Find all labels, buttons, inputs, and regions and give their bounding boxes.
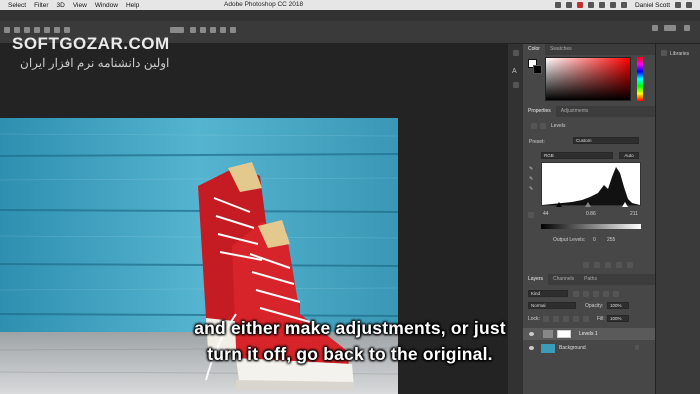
delete-icon[interactable]	[627, 262, 633, 268]
visibility-icon[interactable]	[616, 262, 622, 268]
auto-button[interactable]: Auto	[619, 152, 639, 159]
align-left-icon[interactable]	[14, 27, 20, 33]
libraries-icon[interactable]	[661, 50, 667, 56]
libraries-label[interactable]: Libraries	[670, 51, 689, 57]
align-center-icon[interactable]	[24, 27, 30, 33]
layers-panel-tabs: Layers Channels Paths	[523, 274, 655, 285]
menu-list-icon[interactable]	[686, 2, 692, 8]
input-white-slider[interactable]	[622, 202, 628, 207]
clipping-warning-icon[interactable]	[528, 212, 534, 218]
blend-mode-dropdown[interactable]: Normal	[528, 302, 576, 309]
color-panel-tabs: Color Swatches	[523, 44, 655, 55]
input-black-slider[interactable]	[556, 202, 562, 207]
output-gradient	[541, 224, 641, 229]
hue-slider[interactable]	[637, 57, 643, 101]
tab-layers[interactable]: Layers	[523, 274, 549, 285]
align-top-icon[interactable]	[44, 27, 50, 33]
preset-label: Preset:	[529, 139, 545, 145]
opacity-field[interactable]: 100%	[607, 302, 629, 309]
tab-swatches[interactable]: Swatches	[545, 44, 577, 55]
input-gray-slider[interactable]	[585, 202, 591, 207]
reset-icon[interactable]	[605, 262, 611, 268]
scale-3d-icon[interactable]	[230, 27, 236, 33]
align-right-icon[interactable]	[34, 27, 40, 33]
dropbox-icon[interactable]	[554, 2, 561, 8]
window-title: Adobe Photoshop CC 2018	[224, 1, 304, 8]
eyedropper-gray-icon[interactable]: ✎	[529, 176, 533, 182]
menu-bar: Select Filter 3D View Window Help Adobe …	[0, 0, 700, 10]
eyedropper-white-icon[interactable]: ✎	[529, 186, 533, 192]
tab-paths[interactable]: Paths	[579, 274, 602, 285]
color-picker-field[interactable]	[545, 57, 631, 101]
tab-properties[interactable]: Properties	[523, 106, 556, 117]
3d-mode-icon[interactable]	[170, 27, 184, 33]
layer-filter-dropdown[interactable]: Kind	[528, 290, 568, 297]
layer-filter-icons	[573, 291, 619, 297]
output-white-value[interactable]: 255	[607, 237, 615, 243]
histogram	[541, 162, 641, 206]
tab-channels[interactable]: Channels	[548, 274, 579, 285]
battery-icon[interactable]	[620, 2, 627, 8]
adjustment-title: Levels	[551, 123, 566, 129]
filter-adjustment-icon[interactable]	[583, 291, 589, 297]
channel-dropdown[interactable]: RGB	[541, 152, 613, 159]
pan-3d-icon[interactable]	[210, 27, 216, 33]
view-previous-icon[interactable]	[594, 262, 600, 268]
menu-help[interactable]: Help	[126, 2, 139, 9]
paragraph-icon[interactable]	[513, 82, 519, 88]
preset-dropdown[interactable]: Custom	[573, 137, 639, 144]
align-bottom-icon[interactable]	[64, 27, 70, 33]
move-tool-icon[interactable]	[4, 27, 10, 33]
libraries-panel: Libraries	[655, 44, 700, 394]
search-icon[interactable]	[675, 2, 681, 8]
user-name[interactable]: Daniel Scott	[635, 2, 670, 9]
panels-dock: Color Swatches Properties Adjustments Le…	[523, 44, 655, 394]
menu-3d[interactable]: 3D	[57, 2, 65, 9]
histogram-graph	[542, 167, 640, 205]
wifi-icon[interactable]	[598, 2, 605, 8]
volume-icon[interactable]	[609, 2, 616, 8]
menu-select[interactable]: Select	[8, 2, 26, 9]
character-icon[interactable]: A	[512, 68, 517, 75]
input-black-value[interactable]: 44	[543, 211, 549, 217]
roll-3d-icon[interactable]	[200, 27, 206, 33]
input-white-value[interactable]: 211	[630, 211, 638, 217]
eyedropper-black-icon[interactable]: ✎	[529, 166, 533, 172]
subtitle-line-2: turn it off, go back to the original.	[207, 344, 493, 364]
subtitle-line-1: and either make adjustments, or just	[194, 318, 506, 338]
levels-adjustment-icon	[531, 123, 537, 129]
share-icon[interactable]	[684, 25, 690, 31]
record-icon[interactable]	[576, 2, 583, 8]
input-mid-value[interactable]: 0.86	[586, 211, 596, 217]
tab-adjustments[interactable]: Adjustments	[556, 106, 594, 117]
filter-shape-icon[interactable]	[603, 291, 609, 297]
output-black-value[interactable]: 0	[593, 237, 596, 243]
clock-icon[interactable]	[587, 2, 594, 8]
menu-view[interactable]: View	[73, 2, 87, 9]
align-middle-icon[interactable]	[54, 27, 60, 33]
filter-smart-icon[interactable]	[613, 291, 619, 297]
filter-pixel-icon[interactable]	[573, 291, 579, 297]
search-icon[interactable]	[652, 25, 658, 31]
output-levels-label: Output Levels:	[553, 237, 586, 243]
cloud-icon[interactable]	[565, 2, 572, 8]
tab-color[interactable]: Color	[523, 44, 545, 55]
workspace-icon[interactable]	[664, 25, 676, 31]
mask-icon[interactable]	[540, 123, 546, 129]
menu-filter[interactable]: Filter	[34, 2, 48, 9]
menu-window[interactable]: Window	[95, 2, 118, 9]
slide-3d-icon[interactable]	[220, 27, 226, 33]
properties-panel-tabs: Properties Adjustments	[523, 106, 655, 117]
opacity-label: Opacity:	[585, 303, 604, 309]
panel-icon-strip: A	[507, 44, 523, 394]
filter-type-icon[interactable]	[593, 291, 599, 297]
clip-to-layer-icon[interactable]	[583, 262, 589, 268]
rotate-3d-icon[interactable]	[190, 27, 196, 33]
watermark-tagline: اولین دانشنامه نرم افزار ایران	[20, 56, 170, 70]
status-area: Daniel Scott	[554, 0, 692, 10]
background-swatch[interactable]	[533, 65, 542, 74]
watermark-brand: SOFTGOZAR.COM	[12, 34, 170, 53]
properties-footer	[583, 262, 633, 268]
history-icon[interactable]	[513, 50, 519, 56]
